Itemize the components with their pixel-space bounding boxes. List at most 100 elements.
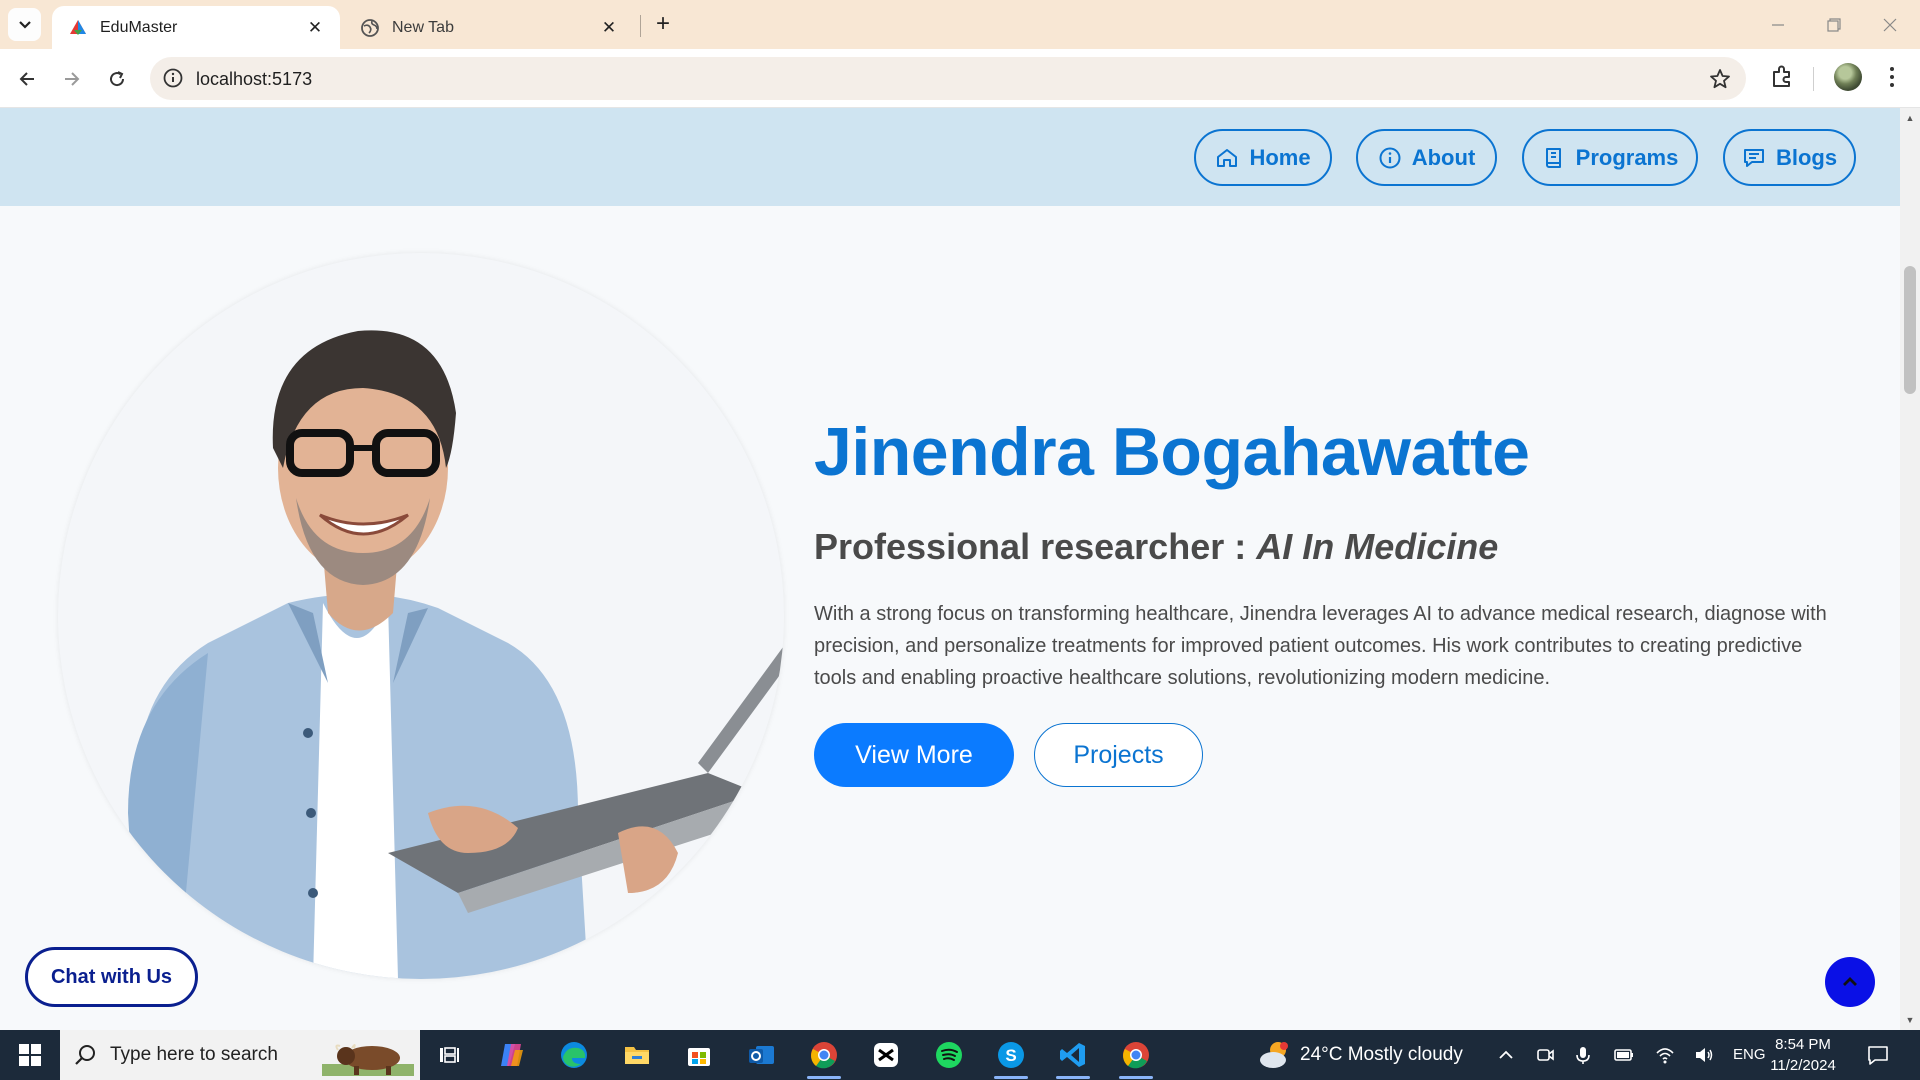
scrollbar-thumb[interactable] — [1904, 266, 1916, 394]
tab-separator — [640, 15, 641, 37]
edumaster-favicon-icon — [70, 19, 86, 35]
windows-logo-icon — [19, 1044, 41, 1066]
taskbar-chrome-active[interactable] — [803, 1035, 845, 1079]
chat-with-us-button[interactable]: Chat with Us — [25, 947, 198, 1007]
tab-edumaster[interactable]: EduMaster ✕ — [52, 6, 340, 49]
taskbar-store[interactable] — [678, 1035, 720, 1075]
close-icon[interactable]: ✕ — [304, 17, 326, 39]
battery-icon[interactable] — [1614, 1045, 1634, 1065]
weather-text[interactable]: 24°C Mostly cloudy — [1300, 1044, 1463, 1066]
new-tab-button[interactable]: + — [648, 9, 678, 39]
taskbar-spotify[interactable] — [928, 1035, 970, 1075]
copilot-icon — [501, 1044, 523, 1066]
browser-menu-icon[interactable] — [1880, 63, 1904, 91]
taskbar-copilot[interactable] — [491, 1035, 533, 1075]
volume-icon[interactable] — [1694, 1045, 1714, 1065]
capcut-icon — [874, 1043, 898, 1067]
nav-home-button[interactable]: Home — [1194, 129, 1332, 186]
taskbar-outlook[interactable] — [740, 1035, 782, 1075]
task-view-button[interactable] — [428, 1035, 470, 1075]
info-icon — [1379, 147, 1401, 168]
home-icon — [1217, 148, 1238, 167]
tab-new-tab[interactable]: New Tab ✕ — [344, 6, 634, 49]
chevron-down-icon — [18, 20, 31, 29]
globe-icon — [361, 18, 379, 37]
book-icon — [1545, 147, 1561, 168]
chrome-icon — [811, 1042, 837, 1069]
scroll-up-arrow-icon[interactable]: ▲ — [1900, 110, 1920, 126]
edge-icon — [561, 1042, 587, 1068]
taskbar-skype[interactable]: S — [990, 1035, 1032, 1079]
folder-icon — [625, 1047, 649, 1064]
taskbar-chrome-second[interactable] — [1115, 1035, 1157, 1079]
role-prefix: Professional researcher : — [814, 526, 1257, 567]
star-icon[interactable] — [1708, 67, 1732, 91]
microphone-icon[interactable] — [1573, 1045, 1593, 1065]
tab-title: New Tab — [392, 18, 454, 36]
clock-time: 8:54 PM — [1775, 1036, 1831, 1053]
skype-icon: S — [998, 1042, 1024, 1068]
profile-portrait-image — [58, 253, 784, 979]
nav-about-label: About — [1411, 144, 1476, 170]
restore-window-button[interactable] — [1806, 0, 1862, 49]
taskbar-search[interactable]: Type here to search — [60, 1030, 420, 1080]
chevron-up-icon[interactable] — [1496, 1045, 1516, 1065]
view-more-button[interactable]: View More — [814, 723, 1014, 787]
svg-text:S: S — [1005, 1046, 1016, 1065]
taskbar-edge[interactable] — [553, 1035, 595, 1075]
system-clock[interactable]: 8:54 PM 11/2/2024 — [1760, 1034, 1846, 1076]
nav-home-label: Home — [1249, 144, 1311, 170]
reload-icon — [110, 71, 125, 87]
message-icon — [1743, 148, 1764, 167]
minimize-icon — [1772, 23, 1784, 26]
projects-button[interactable]: Projects — [1034, 723, 1203, 787]
site-info-icon[interactable] — [162, 67, 184, 89]
forward-button[interactable] — [55, 62, 89, 96]
restore-icon — [1827, 17, 1841, 32]
page-viewport: Home About Programs Blogs Jinendra Bogah… — [0, 108, 1900, 1030]
taskbar-capcut[interactable] — [865, 1035, 907, 1075]
address-bar[interactable]: localhost:5173 — [150, 57, 1746, 100]
tab-title: EduMaster — [100, 18, 178, 36]
close-icon — [1883, 18, 1897, 31]
task-view-icon — [440, 1047, 459, 1063]
taskbar-search-placeholder[interactable]: Type here to search — [110, 1044, 278, 1066]
nav-programs-button[interactable]: Programs — [1522, 129, 1698, 186]
browser-tab-strip: EduMaster ✕ New Tab ✕ + — [0, 0, 1920, 49]
search-highlight-bison-icon — [322, 1044, 414, 1076]
windows-taskbar: Type here to search S 24°C Mostly cloudy — [0, 1030, 1920, 1080]
arrow-left-icon — [19, 72, 34, 86]
extensions-icon[interactable] — [1768, 63, 1796, 91]
scroll-down-arrow-icon[interactable]: ▼ — [1900, 1012, 1920, 1028]
start-button[interactable] — [0, 1030, 60, 1080]
profile-avatar[interactable] — [1834, 63, 1862, 91]
clock-date: 11/2/2024 — [1770, 1057, 1836, 1074]
minimize-window-button[interactable] — [1750, 0, 1806, 49]
weather-cloudy-icon[interactable] — [1258, 1039, 1292, 1071]
tab-search-button[interactable] — [8, 8, 41, 41]
wifi-icon[interactable] — [1655, 1045, 1675, 1065]
scroll-to-top-button[interactable] — [1825, 957, 1875, 1007]
taskbar-file-explorer[interactable] — [616, 1035, 658, 1075]
toolbar-divider — [1813, 67, 1814, 91]
taskbar-vscode[interactable] — [1052, 1035, 1094, 1079]
close-window-button[interactable] — [1862, 0, 1918, 49]
notifications-icon[interactable] — [1866, 1043, 1890, 1067]
meet-now-icon[interactable] — [1535, 1045, 1555, 1065]
arrow-right-icon — [65, 72, 80, 86]
back-button[interactable] — [10, 62, 44, 96]
role-field: AI In Medicine — [1256, 526, 1499, 567]
reload-button[interactable] — [100, 62, 134, 96]
page-scrollbar[interactable]: ▲ ▼ — [1900, 108, 1920, 1030]
nav-blogs-button[interactable]: Blogs — [1723, 129, 1856, 186]
close-icon[interactable]: ✕ — [598, 17, 620, 39]
store-icon — [688, 1048, 710, 1066]
outlook-icon — [749, 1046, 774, 1064]
url-text[interactable]: localhost:5173 — [196, 69, 312, 90]
search-icon — [75, 1045, 95, 1065]
hero-name-heading: Jinendra Bogahawatte — [814, 414, 1530, 490]
browser-toolbar: localhost:5173 — [0, 49, 1920, 108]
chevron-up-icon — [1843, 977, 1857, 986]
spotify-icon — [936, 1042, 962, 1068]
nav-about-button[interactable]: About — [1356, 129, 1497, 186]
